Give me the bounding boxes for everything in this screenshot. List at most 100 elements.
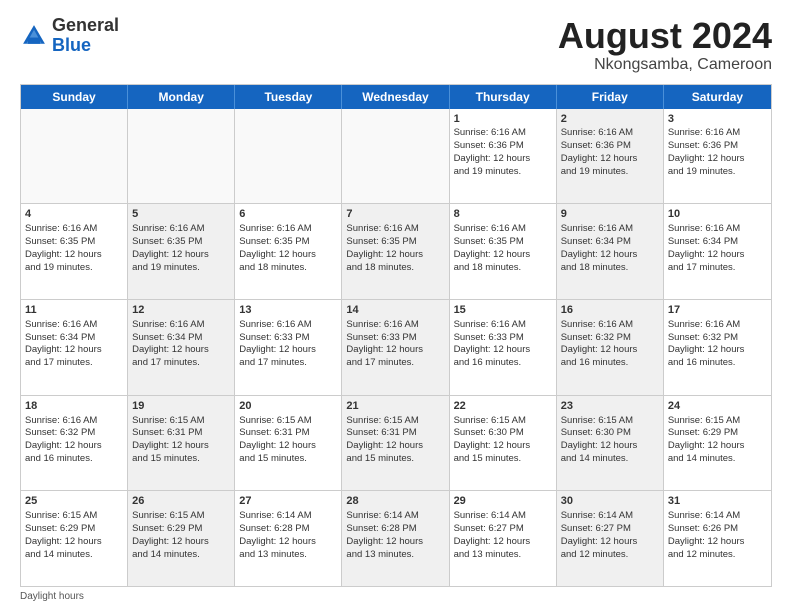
day-info-line: and 18 minutes. xyxy=(239,262,337,275)
day-info-line: Sunset: 6:33 PM xyxy=(454,332,552,345)
day-number: 13 xyxy=(239,303,337,318)
calendar-cell: 7Sunrise: 6:16 AMSunset: 6:35 PMDaylight… xyxy=(342,204,449,299)
day-info-line: Sunset: 6:28 PM xyxy=(239,523,337,536)
day-info-line: Sunrise: 6:15 AM xyxy=(561,415,659,428)
day-info-line: Daylight: 12 hours xyxy=(454,344,552,357)
day-number: 1 xyxy=(454,112,552,127)
calendar-cell xyxy=(342,109,449,204)
day-info-line: Daylight: 12 hours xyxy=(668,536,767,549)
day-info-line: and 16 minutes. xyxy=(25,453,123,466)
day-info-line: Daylight: 12 hours xyxy=(668,153,767,166)
subtitle: Nkongsamba, Cameroon xyxy=(558,56,772,74)
day-info-line: and 17 minutes. xyxy=(132,357,230,370)
day-info-line: Sunrise: 6:15 AM xyxy=(25,510,123,523)
day-info-line: Sunrise: 6:16 AM xyxy=(668,319,767,332)
day-info-line: Sunrise: 6:16 AM xyxy=(561,127,659,140)
day-info-line: Daylight: 12 hours xyxy=(668,344,767,357)
day-number: 25 xyxy=(25,494,123,509)
day-info-line: and 17 minutes. xyxy=(346,357,444,370)
day-info-line: Daylight: 12 hours xyxy=(346,536,444,549)
day-info-line: Sunset: 6:29 PM xyxy=(668,427,767,440)
calendar-header-cell: Thursday xyxy=(450,85,557,109)
logo-general-text: General xyxy=(52,15,119,35)
day-info-line: Sunrise: 6:15 AM xyxy=(668,415,767,428)
day-info-line: Sunset: 6:34 PM xyxy=(132,332,230,345)
day-info-line: Daylight: 12 hours xyxy=(25,440,123,453)
day-number: 12 xyxy=(132,303,230,318)
calendar-week: 1Sunrise: 6:16 AMSunset: 6:36 PMDaylight… xyxy=(21,109,771,205)
day-number: 15 xyxy=(454,303,552,318)
day-info-line: Daylight: 12 hours xyxy=(561,440,659,453)
calendar-cell: 28Sunrise: 6:14 AMSunset: 6:28 PMDayligh… xyxy=(342,491,449,586)
calendar-cell: 21Sunrise: 6:15 AMSunset: 6:31 PMDayligh… xyxy=(342,396,449,491)
day-info-line: Daylight: 12 hours xyxy=(346,249,444,262)
title-block: August 2024 Nkongsamba, Cameroon xyxy=(558,16,772,74)
day-info-line: Sunrise: 6:16 AM xyxy=(668,127,767,140)
day-info-line: Sunrise: 6:14 AM xyxy=(561,510,659,523)
calendar-header-cell: Sunday xyxy=(21,85,128,109)
day-info-line: Sunset: 6:30 PM xyxy=(454,427,552,440)
day-info-line: Sunset: 6:29 PM xyxy=(132,523,230,536)
day-info-line: Daylight: 12 hours xyxy=(132,249,230,262)
calendar-week: 18Sunrise: 6:16 AMSunset: 6:32 PMDayligh… xyxy=(21,396,771,492)
day-info-line: Daylight: 12 hours xyxy=(346,440,444,453)
day-info-line: Daylight: 12 hours xyxy=(132,344,230,357)
calendar-cell: 22Sunrise: 6:15 AMSunset: 6:30 PMDayligh… xyxy=(450,396,557,491)
day-info-line: Daylight: 12 hours xyxy=(132,440,230,453)
day-number: 30 xyxy=(561,494,659,509)
calendar-cell: 30Sunrise: 6:14 AMSunset: 6:27 PMDayligh… xyxy=(557,491,664,586)
day-number: 5 xyxy=(132,207,230,222)
calendar-cell: 26Sunrise: 6:15 AMSunset: 6:29 PMDayligh… xyxy=(128,491,235,586)
calendar-cell: 9Sunrise: 6:16 AMSunset: 6:34 PMDaylight… xyxy=(557,204,664,299)
day-info-line: Sunset: 6:33 PM xyxy=(239,332,337,345)
day-info-line: Sunset: 6:35 PM xyxy=(239,236,337,249)
day-number: 2 xyxy=(561,112,659,127)
calendar-cell: 29Sunrise: 6:14 AMSunset: 6:27 PMDayligh… xyxy=(450,491,557,586)
day-info-line: and 18 minutes. xyxy=(346,262,444,275)
day-number: 19 xyxy=(132,399,230,414)
logo-text: General Blue xyxy=(52,16,119,56)
calendar-cell: 19Sunrise: 6:15 AMSunset: 6:31 PMDayligh… xyxy=(128,396,235,491)
day-info-line: Sunrise: 6:16 AM xyxy=(239,319,337,332)
day-info-line: and 12 minutes. xyxy=(668,549,767,562)
calendar-week: 11Sunrise: 6:16 AMSunset: 6:34 PMDayligh… xyxy=(21,300,771,396)
day-info-line: and 17 minutes. xyxy=(668,262,767,275)
day-info-line: Sunrise: 6:16 AM xyxy=(454,127,552,140)
day-info-line: and 17 minutes. xyxy=(239,357,337,370)
day-info-line: and 19 minutes. xyxy=(454,166,552,179)
day-info-line: and 18 minutes. xyxy=(454,262,552,275)
calendar-cell: 4Sunrise: 6:16 AMSunset: 6:35 PMDaylight… xyxy=(21,204,128,299)
day-info-line: Sunrise: 6:14 AM xyxy=(454,510,552,523)
day-info-line: Sunrise: 6:15 AM xyxy=(346,415,444,428)
calendar-cell: 18Sunrise: 6:16 AMSunset: 6:32 PMDayligh… xyxy=(21,396,128,491)
day-info-line: Daylight: 12 hours xyxy=(668,440,767,453)
day-info-line: and 19 minutes. xyxy=(25,262,123,275)
day-info-line: Sunset: 6:32 PM xyxy=(668,332,767,345)
calendar-body: 1Sunrise: 6:16 AMSunset: 6:36 PMDaylight… xyxy=(21,109,771,586)
day-info-line: Sunrise: 6:16 AM xyxy=(132,223,230,236)
day-info-line: and 16 minutes. xyxy=(668,357,767,370)
day-info-line: and 14 minutes. xyxy=(25,549,123,562)
day-info-line: Daylight: 12 hours xyxy=(454,153,552,166)
day-number: 14 xyxy=(346,303,444,318)
day-number: 22 xyxy=(454,399,552,414)
calendar-cell: 10Sunrise: 6:16 AMSunset: 6:34 PMDayligh… xyxy=(664,204,771,299)
calendar-cell xyxy=(235,109,342,204)
day-info-line: Sunset: 6:34 PM xyxy=(668,236,767,249)
day-info-line: Sunrise: 6:16 AM xyxy=(239,223,337,236)
day-info-line: Daylight: 12 hours xyxy=(561,249,659,262)
calendar-cell: 3Sunrise: 6:16 AMSunset: 6:36 PMDaylight… xyxy=(664,109,771,204)
footer-note: Daylight hours xyxy=(20,591,772,602)
day-info-line: Sunrise: 6:16 AM xyxy=(561,223,659,236)
calendar-cell: 5Sunrise: 6:16 AMSunset: 6:35 PMDaylight… xyxy=(128,204,235,299)
calendar-cell: 27Sunrise: 6:14 AMSunset: 6:28 PMDayligh… xyxy=(235,491,342,586)
day-info-line: and 13 minutes. xyxy=(454,549,552,562)
calendar-header: SundayMondayTuesdayWednesdayThursdayFrid… xyxy=(21,85,771,109)
calendar-cell: 23Sunrise: 6:15 AMSunset: 6:30 PMDayligh… xyxy=(557,396,664,491)
day-info-line: Sunset: 6:36 PM xyxy=(454,140,552,153)
day-info-line: and 16 minutes. xyxy=(561,357,659,370)
day-info-line: Sunset: 6:35 PM xyxy=(454,236,552,249)
day-info-line: Sunset: 6:36 PM xyxy=(561,140,659,153)
day-info-line: and 13 minutes. xyxy=(239,549,337,562)
day-number: 7 xyxy=(346,207,444,222)
